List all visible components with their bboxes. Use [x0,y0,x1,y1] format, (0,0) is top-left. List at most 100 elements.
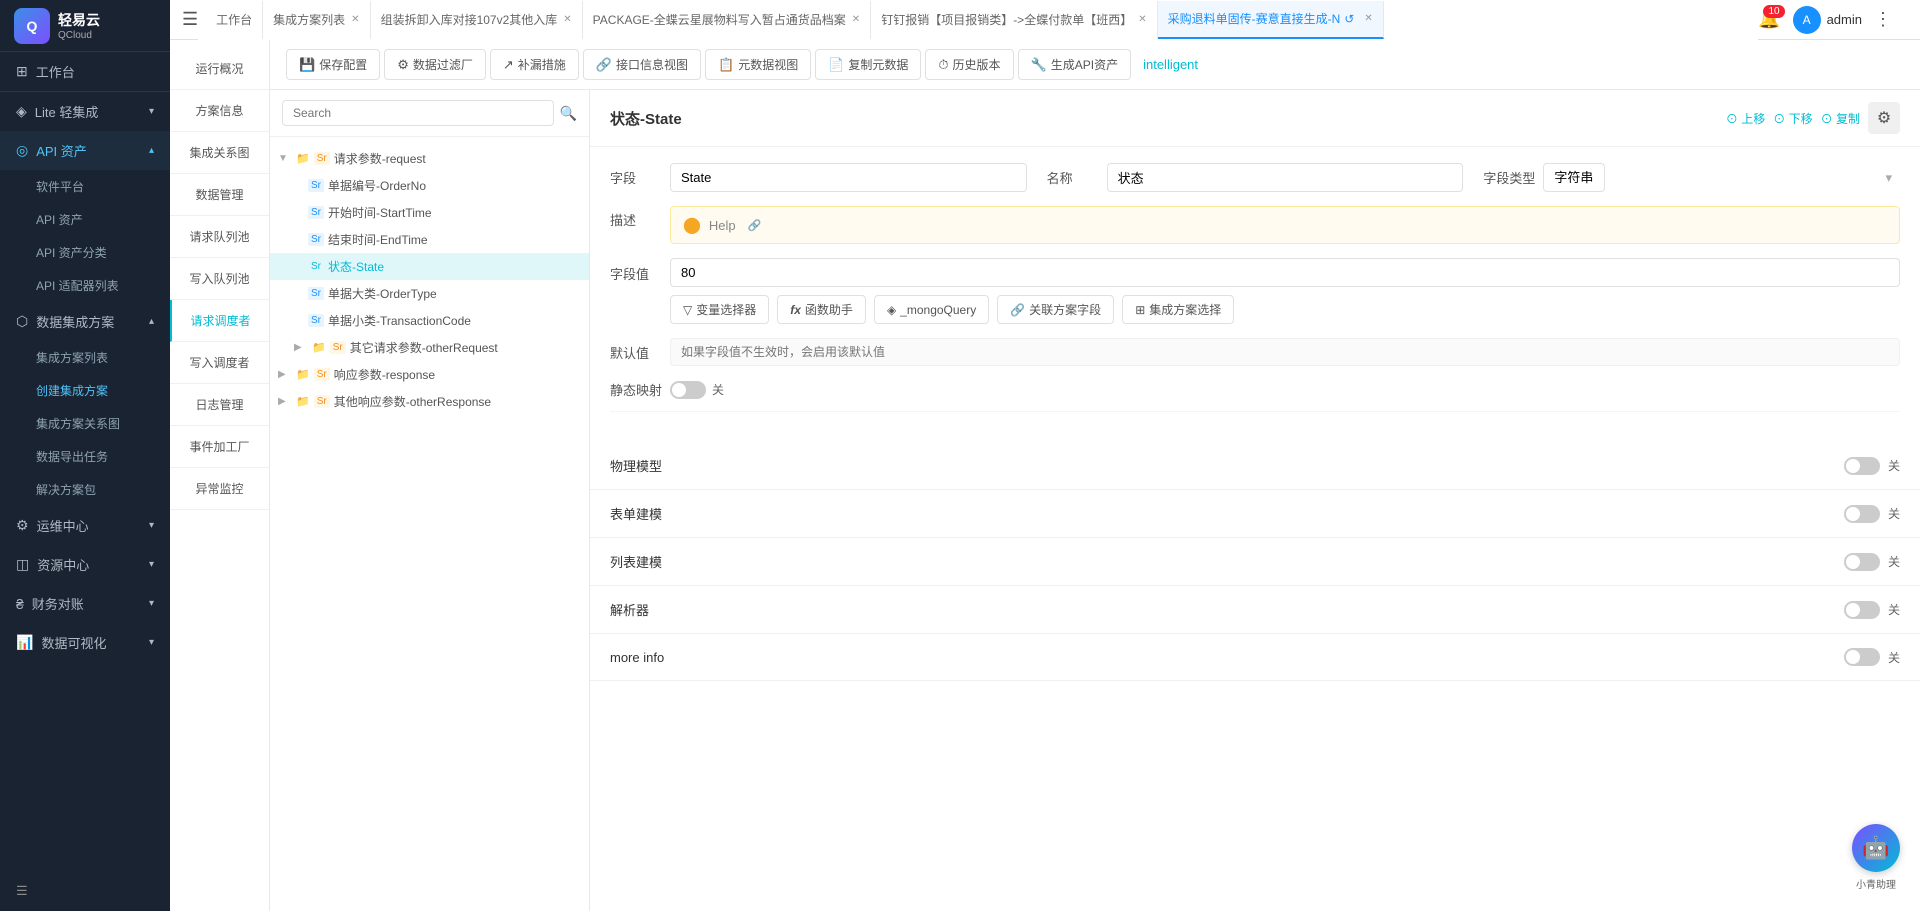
detail-form: 字段 名称 字段类型 [590,147,1920,442]
tree-node-order-no[interactable]: Sr 单据编号-OrderNo [270,172,589,199]
tab-nailding[interactable]: 钉钉报销【项目报销类】->全蝶付款单【班西】 ✕ [871,1,1157,39]
form-model-switch[interactable] [1844,505,1880,523]
search-input[interactable] [282,100,554,126]
section-form-model[interactable]: 表单建模 关 [590,490,1920,538]
detail-action-up[interactable]: ⊙ 上移 [1726,110,1765,127]
nav-anomaly[interactable]: 异常监控 [170,468,269,510]
copy-data-btn[interactable]: 📄 复制元数据 [815,49,921,80]
section-list-model[interactable]: 列表建模 关 [590,538,1920,586]
section-more-info[interactable]: more info 关 [590,634,1920,681]
name-input[interactable] [1107,163,1464,192]
tree-node-end-time[interactable]: Sr 结束时间-EndTime [270,226,589,253]
sidebar-sub-solution-graph[interactable]: 集成方案关系图 [0,407,170,440]
sidebar-sub-api-classify[interactable]: API 资产分类 [0,236,170,269]
tab-purchase-close[interactable]: ✕ [1364,13,1372,24]
nav-graph[interactable]: 集成关系图 [170,132,269,174]
more-options-icon[interactable]: ⋮ [1874,9,1892,30]
func-helper-btn[interactable]: fx 函数助手 [777,295,866,324]
detail-action-down[interactable]: ⊙ 下移 [1773,110,1812,127]
detail-action-copy[interactable]: ⊙ 复制 [1821,110,1860,127]
interface-view-btn[interactable]: 🔗 接口信息视图 [583,49,701,80]
sidebar-sub-api-adapter[interactable]: API 适配器列表 [0,269,170,302]
sidebar-item-ops[interactable]: ⚙ 运维中心 ▾ [0,506,170,545]
static-map-switch[interactable] [670,381,706,399]
parser-switch[interactable] [1844,601,1880,619]
sidebar-sub-solution-pkg[interactable]: 解决方案包 [0,473,170,506]
nav-log-mgmt[interactable]: 日志管理 [170,384,269,426]
history-btn[interactable]: ⏱ 历史版本 [925,49,1013,80]
tab-package[interactable]: PACKAGE-全蝶云星展物料写入暂占通货品档案 ✕ [583,1,872,39]
user-info[interactable]: A admin [1793,6,1862,34]
solution-select-btn[interactable]: ⊞ 集成方案选择 [1122,295,1234,324]
sidebar-menu-icon[interactable]: ☰ [0,871,170,911]
hamburger-icon[interactable]: ☰ [182,9,198,30]
nav-request-queue[interactable]: 请求队列池 [170,216,269,258]
tab-workspace[interactable]: 工作台 [206,1,263,39]
sidebar-sub-software[interactable]: 软件平台 [0,170,170,203]
tree-node-start-time[interactable]: Sr 开始时间-StartTime [270,199,589,226]
nav-run-overview[interactable]: 运行概况 [170,48,269,90]
tree-node-transaction-code[interactable]: Sr 单据小类-TransactionCode [270,307,589,334]
tree-node-order-type[interactable]: Sr 单据大类-OrderType [270,280,589,307]
tab-combine[interactable]: 组装拆卸入库对接107v2其他入库 ✕ [371,1,583,39]
tab-combine-close[interactable]: ✕ [563,14,571,25]
sidebar-item-resources[interactable]: ◫ 资源中心 ▾ [0,545,170,584]
tree-node-state[interactable]: Sr 状态-State [270,253,589,280]
nav-write-queue[interactable]: 写入队列池 [170,258,269,300]
physical-model-switch[interactable] [1844,457,1880,475]
nav-solution-info[interactable]: 方案信息 [170,90,269,132]
tab-solution-list-close[interactable]: ✕ [351,14,359,25]
ops-arrow-icon: ▾ [149,520,154,531]
sidebar-item-api[interactable]: ◎ API 资产 ▴ [0,131,170,170]
nav-requester[interactable]: 请求调度者 [170,300,269,342]
section-parser[interactable]: 解析器 关 [590,586,1920,634]
sidebar-sub-api-assets[interactable]: API 资产 [0,203,170,236]
sidebar-item-lite[interactable]: ◈ Lite 轻集成 ▾ [0,92,170,131]
save-config-btn[interactable]: 💾 保存配置 [286,49,380,80]
data-filter-btn[interactable]: ⚙ 数据过滤厂 [384,49,486,80]
sidebar-item-finance[interactable]: ₴ 财务对账 ▾ [0,584,170,623]
copy-data-icon: 📄 [828,57,844,73]
link-field-btn[interactable]: 🔗 关联方案字段 [997,295,1114,324]
sidebar-sub-create-solution[interactable]: 创建集成方案 [0,374,170,407]
sidebar-sub-data-export[interactable]: 数据导出任务 [0,440,170,473]
tab-purchase-refresh[interactable]: ↺ [1344,12,1354,26]
nav-data-mgmt[interactable]: 数据管理 [170,174,269,216]
intelligent-btn[interactable]: intelligent [1135,51,1206,78]
field-value-input[interactable] [670,258,1900,287]
tree-node-other-response[interactable]: ▶ 📁 Sr 其他响应参数-otherResponse [270,388,589,415]
type-select[interactable]: 字符串 [1543,163,1605,192]
nav-event-factory[interactable]: 事件加工厂 [170,426,269,468]
tab-purchase[interactable]: 采购退料单固传-赛意直接生成-N ↺ ✕ [1158,1,1384,39]
ai-assistant-btn[interactable]: 🤖 [1852,824,1900,872]
toggle-request[interactable]: ▼ [278,153,292,164]
tree-node-request-params[interactable]: ▼ 📁 Sr 请求参数-request [270,145,589,172]
toggle-otherresponse[interactable]: ▶ [278,396,292,407]
section-physical-model[interactable]: 物理模型 关 [590,442,1920,490]
mongo-query-btn[interactable]: ◈ _mongoQuery [874,295,989,324]
tab-package-close[interactable]: ✕ [852,14,860,25]
more-info-switch[interactable] [1844,648,1880,666]
field-input[interactable] [670,163,1027,192]
var-selector-btn[interactable]: ▽ 变量选择器 [670,295,769,324]
gen-api-btn[interactable]: 🔧 生成API资产 [1018,49,1132,80]
sidebar-item-data-integration[interactable]: ⬡ 数据集成方案 ▴ [0,302,170,341]
settings-gear-btn[interactable]: ⚙ [1868,102,1900,134]
nav-writer[interactable]: 写入调度者 [170,342,269,384]
tab-nailding-close[interactable]: ✕ [1138,14,1146,25]
default-input[interactable] [670,338,1900,366]
toggle-response[interactable]: ▶ [278,369,292,380]
meta-view-btn[interactable]: 📋 元数据视图 [705,49,811,80]
sidebar-sub-solution-list[interactable]: 集成方案列表 [0,341,170,374]
tab-solution-list[interactable]: 集成方案列表 ✕ [263,1,370,39]
help-link-icon[interactable]: 🔗 [748,219,762,232]
list-model-switch[interactable] [1844,553,1880,571]
toggle-otherrequest[interactable]: ▶ [294,342,308,353]
sidebar-item-workspace[interactable]: ⊞ 工作台 [0,52,170,92]
sidebar-item-dataviz[interactable]: 📊 数据可视化 ▾ [0,623,170,662]
search-icon[interactable]: 🔍 [560,105,577,122]
tree-node-response[interactable]: ▶ 📁 Sr 响应参数-response [270,361,589,388]
repair-btn[interactable]: ↗ 补漏措施 [490,49,579,80]
tree-node-other-request[interactable]: ▶ 📁 Sr 其它请求参数-otherRequest [270,334,589,361]
notification-bell[interactable]: 🔔 10 [1758,9,1780,30]
